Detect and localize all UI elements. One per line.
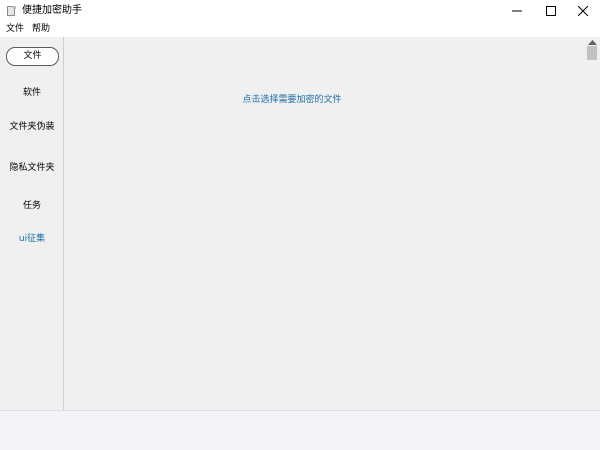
window-title: 便捷加密助手 (22, 5, 82, 16)
close-icon (578, 6, 588, 16)
bottom-panel (0, 410, 600, 450)
sidebar-item-ui-collection[interactable]: ui征集 (0, 233, 64, 245)
main-panel: 点击选择需要加密的文件 (65, 37, 585, 410)
sidebar-item-tasks[interactable]: 任务 (0, 200, 64, 212)
sidebar: 文件 软件 文件夹伪装 隐私文件夹 任务 ui征集 (0, 37, 64, 410)
app-file-icon (6, 6, 16, 17)
client-area: 文件 软件 文件夹伪装 隐私文件夹 任务 ui征集 点击选择需要加密的文件 (0, 37, 600, 410)
title-bar[interactable]: 便捷加密助手 (0, 0, 600, 22)
sidebar-item-software[interactable]: 软件 (0, 87, 64, 99)
maximize-button[interactable] (534, 0, 568, 22)
menu-help[interactable]: 帮助 (32, 23, 50, 35)
minimize-icon (512, 10, 522, 12)
maximize-icon (546, 6, 556, 16)
sidebar-item-file[interactable]: 文件 (6, 47, 59, 66)
minimize-button[interactable] (500, 0, 534, 22)
sidebar-item-folder-disguise[interactable]: 文件夹伪装 (0, 121, 64, 133)
sidebar-item-private-folder[interactable]: 隐私文件夹 (0, 162, 64, 174)
scrollbar-thumb[interactable] (587, 46, 597, 60)
menu-file[interactable]: 文件 (6, 23, 24, 35)
app-window: 便捷加密助手 文件 帮助 文件 软件 文件夹伪装 隐私文件夹 任务 ui征集 点… (0, 0, 600, 450)
vertical-scrollbar[interactable] (585, 37, 600, 410)
close-button[interactable] (566, 0, 600, 22)
menu-bar: 文件 帮助 (0, 22, 600, 36)
scroll-up-icon[interactable] (588, 40, 597, 45)
select-file-link[interactable]: 点击选择需要加密的文件 (65, 94, 519, 106)
